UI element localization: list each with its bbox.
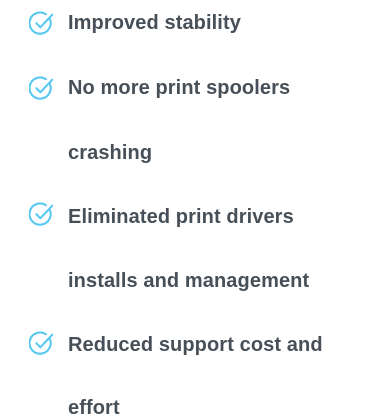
benefit-label-line-2: crashing: [68, 142, 153, 164]
benefits-list: Improved stability No more print spooler…: [0, 0, 391, 419]
benefit-label-line-1: Improved stability: [68, 12, 241, 34]
check-circle-icon: [29, 11, 54, 36]
benefit-label-line-1: No more print spoolers: [68, 77, 291, 99]
benefit-label-line-1: Eliminated print drivers: [68, 206, 294, 228]
benefit-label-line-2: effort: [68, 397, 120, 419]
benefit-label-line-1: Reduced support cost and: [68, 334, 323, 356]
check-circle-icon: [29, 76, 54, 101]
check-circle-icon: [29, 202, 54, 227]
check-circle-icon: [29, 331, 54, 356]
benefit-label-line-2: installs and management: [68, 270, 310, 292]
